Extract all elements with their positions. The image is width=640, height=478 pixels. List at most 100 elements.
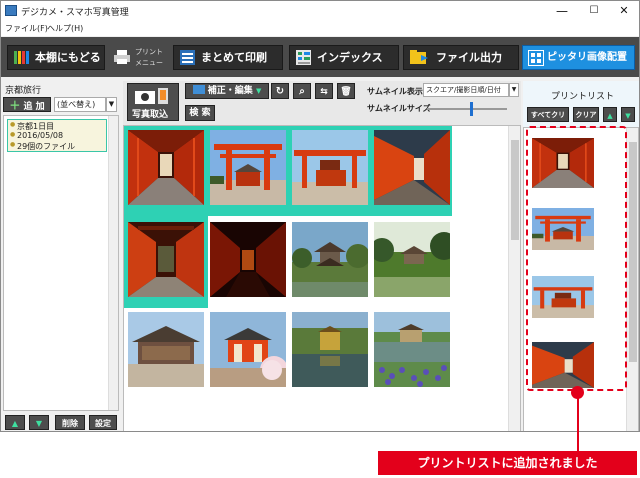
add-button[interactable]: ＋ 追 加 (3, 97, 51, 112)
thumbnail-size-slider[interactable] (427, 102, 507, 116)
move-up-button[interactable]: ▲ (5, 415, 25, 430)
scrollbar-thumb[interactable] (629, 142, 637, 362)
album-item-date: 2016/05/08 (17, 131, 64, 140)
camera-phone-icon (135, 88, 168, 104)
clear-button[interactable]: クリア (573, 107, 599, 122)
chevron-down-icon[interactable]: ▼ (106, 97, 117, 112)
swap-icon: ⇆ (320, 87, 328, 97)
thumbnail-display-label: サムネイル表示 (367, 87, 423, 96)
bulk-print-icon (180, 50, 195, 65)
callout-leader-line (577, 392, 579, 451)
index-icon (296, 50, 311, 65)
rotate-button[interactable]: ↻ (271, 83, 289, 99)
menu-bar: ファイル(F) ヘルプ(H) (1, 21, 639, 36)
photo-thumbnail[interactable] (210, 130, 286, 205)
album-item-count: 29個のファイル (17, 142, 76, 151)
import-photos-label: 写真取込 (132, 110, 169, 120)
thumbnail-size-label: サムネイルサイズ (367, 104, 431, 113)
search-button[interactable]: 検 索 (185, 105, 215, 121)
clear-all-button[interactable]: すべてクリア (527, 107, 569, 134)
print-list-up-button[interactable]: ▲ (603, 107, 617, 122)
album-bullet-icon: ● (10, 131, 16, 138)
album-title: 京都旅行 (5, 86, 42, 96)
trash-button[interactable]: 🗑 (337, 83, 355, 99)
image-edit-icon (192, 85, 205, 94)
settings-button[interactable]: 設定 (89, 415, 117, 430)
photo-thumbnail[interactable] (128, 312, 204, 387)
edit-button[interactable]: 補正・編集 ▼ (185, 83, 269, 99)
album-pane: 京都旅行 ＋ 追 加 (並べ替え) ▼ ● 京都1日目 ● 2016/05/08… (3, 81, 119, 431)
zoom-button[interactable]: ⌕ (293, 83, 311, 99)
menu-file[interactable]: ファイル(F) (5, 23, 48, 34)
thumbnail-pane: 写真取込 補正・編集 ▼ ↻ ⌕ ⇆ 🗑 サムネイル表示 スクエア/撮影日順/日… (123, 81, 521, 431)
print-list-title: プリントリスト (551, 92, 615, 102)
minimize-button[interactable]: — (547, 1, 577, 21)
print-list-scrollbar[interactable] (626, 128, 638, 431)
chevron-down-icon: ▼ (255, 87, 262, 95)
add-label: 追 加 (23, 102, 45, 112)
plus-icon: ＋ (9, 99, 21, 112)
album-list: ● 京都1日目 ● 2016/05/08 ● 29個のファイル (3, 115, 119, 411)
import-photos-button[interactable]: 写真取込 (127, 83, 179, 121)
triangle-down-icon: ▼ (35, 419, 43, 428)
bookshelf-icon (14, 51, 29, 64)
photo-thumbnail[interactable] (210, 312, 286, 387)
main-toolbar: 本棚にもどる プリント メニュー まとめて印刷 インデックス ファイル出力 ピッ… (1, 37, 639, 77)
app-icon (5, 5, 17, 16)
photo-thumbnail[interactable] (128, 130, 204, 205)
compare-button[interactable]: ⇆ (315, 83, 333, 99)
printer-icon (114, 50, 130, 64)
delete-button[interactable]: 削除 (55, 415, 85, 430)
photo-thumbnail[interactable] (292, 130, 368, 205)
photo-thumbnail[interactable] (292, 222, 368, 297)
menu-help[interactable]: ヘルプ(H) (47, 23, 83, 34)
bulk-print-label: まとめて印刷 (201, 51, 267, 64)
trash-icon: 🗑 (340, 87, 352, 97)
chevron-down-icon[interactable]: ▼ (509, 83, 519, 97)
file-output-button[interactable]: ファイル出力 (403, 45, 519, 70)
photo-thumbnail[interactable] (292, 312, 368, 387)
title-bar: デジカメ・スマホ写真管理 — ☐ ✕ (1, 1, 639, 21)
index-button[interactable]: インデックス (289, 45, 399, 70)
rotate-icon: ↻ (275, 86, 285, 97)
album-bullet-icon: ● (10, 141, 16, 148)
sort-dropdown[interactable]: (並べ替え) (54, 97, 106, 112)
photo-thumbnail[interactable] (374, 312, 450, 387)
back-to-bookshelf-button[interactable]: 本棚にもどる (7, 45, 105, 70)
photo-thumbnail[interactable] (374, 130, 450, 205)
bulk-print-button[interactable]: まとめて印刷 (173, 45, 283, 70)
photo-thumbnail[interactable] (210, 222, 286, 297)
triangle-down-icon: ▼ (625, 112, 631, 120)
album-list-scrollbar[interactable] (108, 116, 118, 410)
scrollbar-thumb[interactable] (511, 140, 519, 240)
window-title: デジカメ・スマホ写真管理 (21, 8, 129, 18)
triangle-up-icon: ▲ (607, 112, 613, 120)
thumbnail-grid (123, 125, 521, 431)
edit-label: 補正・編集 (207, 86, 253, 96)
callout-label: プリントリストに追加されました (378, 451, 637, 475)
print-menu-line1: プリント (135, 48, 163, 56)
print-list-highlight (526, 126, 627, 391)
move-down-button[interactable]: ▼ (29, 415, 49, 430)
print-menu-line2: メニュー (135, 59, 163, 67)
callout-dot (571, 386, 584, 399)
fit-image-layout-button[interactable]: ピッタリ画像配置 (522, 45, 635, 70)
magnifier-icon: ⌕ (299, 86, 305, 97)
maximize-button[interactable]: ☐ (579, 1, 609, 21)
album-bullet-icon: ● (10, 121, 16, 128)
close-button[interactable]: ✕ (609, 1, 639, 21)
photo-thumbnail[interactable] (374, 222, 450, 297)
album-item[interactable]: ● 京都1日目 ● 2016/05/08 ● 29個のファイル (7, 119, 107, 152)
index-label: インデックス (317, 51, 383, 64)
thumbnail-grid-scrollbar[interactable] (508, 126, 520, 431)
file-output-label: ファイル出力 (436, 51, 502, 64)
slider-handle[interactable] (470, 102, 473, 116)
fit-image-layout-label: ピッタリ画像配置 (547, 52, 627, 63)
print-list-down-button[interactable]: ▼ (621, 107, 635, 122)
triangle-up-icon: ▲ (11, 419, 19, 428)
back-to-bookshelf-label: 本棚にもどる (35, 51, 101, 64)
photo-thumbnail[interactable] (128, 222, 204, 297)
print-menu-button[interactable]: プリント メニュー (111, 44, 171, 71)
folder-icon (410, 50, 428, 64)
thumbnail-display-dropdown[interactable]: スクエア/撮影日順/日付 (423, 83, 509, 97)
